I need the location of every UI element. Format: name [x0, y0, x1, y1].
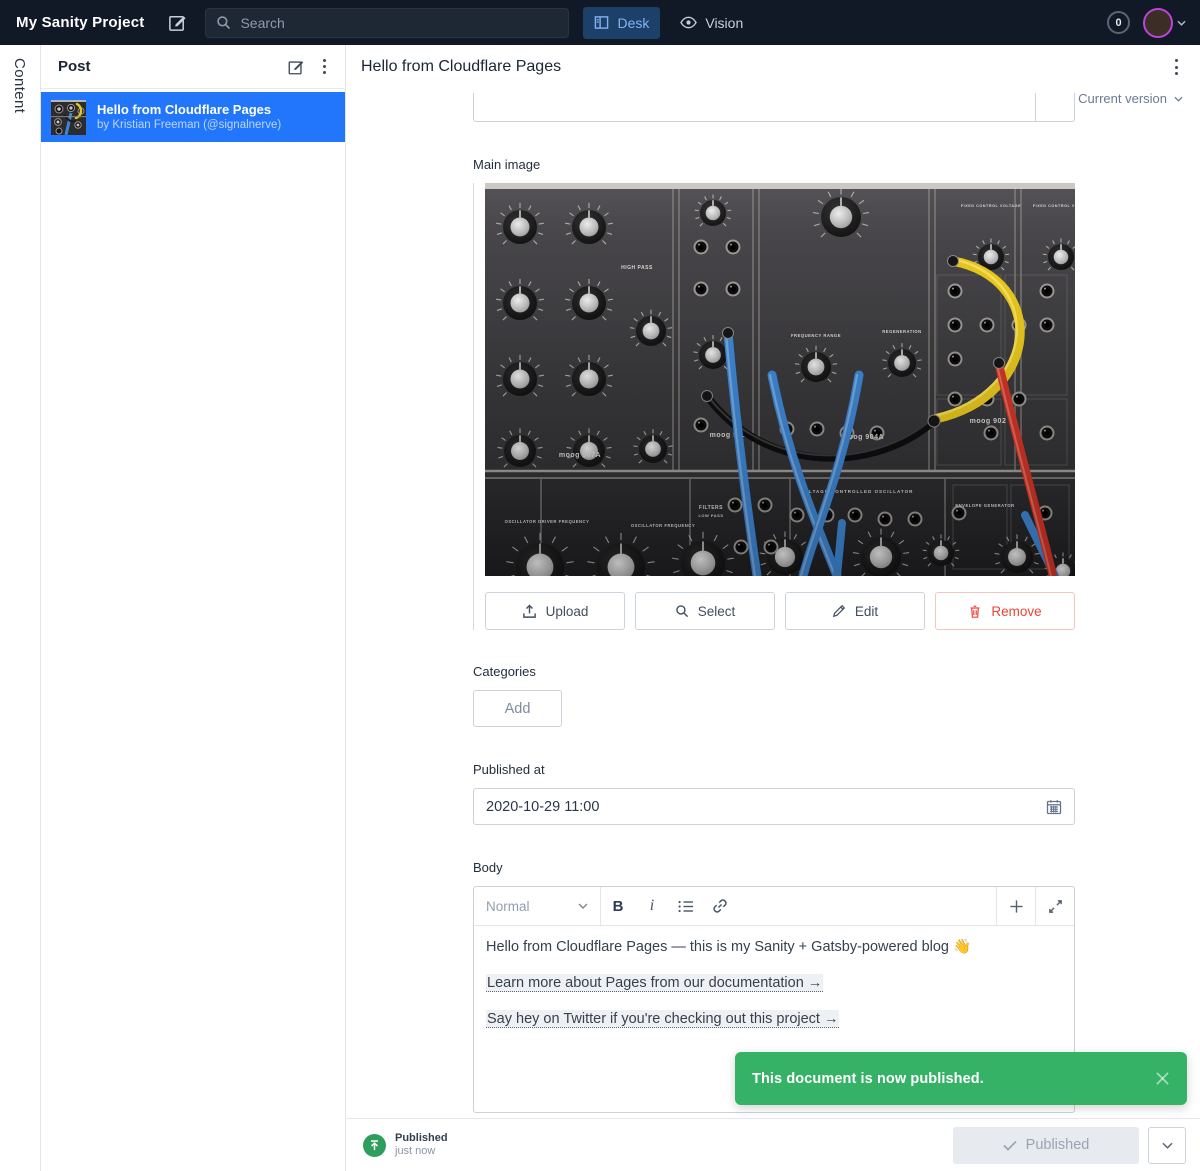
- italic-button[interactable]: i: [635, 887, 669, 925]
- main-image-field: HIGH PASS FREQUENCY RANGE REGENERATION F…: [473, 183, 1075, 630]
- bullet-list-icon[interactable]: [669, 887, 703, 925]
- body-label: Body: [473, 860, 1075, 876]
- pane-title: Post: [58, 58, 287, 75]
- calendar-icon[interactable]: [1046, 799, 1062, 815]
- add-category-button[interactable]: Add: [473, 690, 562, 727]
- document-pane: Hello from Cloudflare Pages Current vers…: [347, 45, 1200, 1171]
- body-paragraph: Hello from Cloudflare Pages — this is my…: [486, 936, 1062, 958]
- trash-icon: [968, 604, 982, 619]
- select-button[interactable]: Select: [635, 592, 775, 630]
- tab-desk-label: Desk: [617, 15, 649, 31]
- compose-icon[interactable]: [168, 13, 187, 32]
- published-at-field: [473, 788, 1075, 825]
- avatar-chevron-down-icon[interactable]: [1177, 20, 1186, 26]
- post-list-header: Post: [41, 45, 345, 89]
- success-toast: This document is now published.: [735, 1052, 1187, 1105]
- publish-status-icon: [363, 1134, 386, 1157]
- new-document-icon[interactable]: [287, 58, 305, 76]
- published-at-input[interactable]: [486, 799, 1046, 815]
- published-button[interactable]: Published: [953, 1127, 1139, 1164]
- search-icon: [675, 604, 689, 618]
- main-image-preview[interactable]: HIGH PASS FREQUENCY RANGE REGENERATION F…: [485, 183, 1075, 576]
- post-thumbnail: [51, 100, 86, 135]
- upload-icon: [522, 604, 537, 619]
- post-list-pane: Post Hello from Cloudflare Pages by Kris…: [41, 45, 346, 1171]
- edit-button[interactable]: Edit: [785, 592, 925, 630]
- publish-status-title: Published: [395, 1132, 448, 1145]
- check-icon: [1003, 1140, 1017, 1151]
- publish-status-time: just now: [395, 1145, 448, 1158]
- pencil-icon: [832, 604, 846, 618]
- toast-close-icon[interactable]: [1155, 1071, 1170, 1086]
- tab-vision-label: Vision: [705, 15, 743, 31]
- slug-input-partial[interactable]: [473, 93, 1075, 122]
- version-selector[interactable]: Current version: [1078, 91, 1183, 106]
- content-sidebar[interactable]: Content: [0, 45, 41, 1171]
- body-link[interactable]: Learn more about Pages from our document…: [486, 974, 823, 992]
- text-style-select[interactable]: Normal: [474, 887, 601, 925]
- post-item-title: Hello from Cloudflare Pages: [97, 102, 281, 118]
- project-title: My Sanity Project: [16, 14, 144, 31]
- document-menu-kebab-icon[interactable]: [1169, 56, 1184, 79]
- version-label: Current version: [1078, 91, 1167, 106]
- user-avatar[interactable]: [1143, 8, 1173, 38]
- publish-menu-chevron-icon[interactable]: [1148, 1127, 1186, 1164]
- body-text-area[interactable]: Hello from Cloudflare Pages — this is my…: [474, 926, 1074, 1030]
- toast-message: This document is now published.: [752, 1071, 984, 1087]
- categories-label: Categories: [473, 664, 1075, 680]
- main-image-label: Main image: [473, 157, 1075, 173]
- insert-plus-icon[interactable]: [996, 887, 1035, 925]
- upload-button[interactable]: Upload: [485, 592, 625, 630]
- document-header: Hello from Cloudflare Pages: [347, 45, 1200, 89]
- document-footer: Published just now Published: [347, 1118, 1200, 1171]
- link-icon[interactable]: [703, 887, 737, 925]
- tab-desk[interactable]: Desk: [583, 7, 660, 39]
- search-icon: [216, 15, 231, 30]
- search-input[interactable]: [240, 15, 558, 31]
- notifications-badge[interactable]: 0: [1107, 11, 1130, 34]
- content-sidebar-label: Content: [11, 58, 28, 113]
- search-box: [205, 8, 569, 38]
- post-item-subtitle: by Kristian Freeman (@signalnerve): [97, 118, 281, 133]
- chevron-down-icon: [578, 903, 588, 909]
- desk-icon: [594, 15, 609, 30]
- tab-vision[interactable]: Vision: [680, 15, 743, 31]
- editor-toolbar: Normal B i: [474, 887, 1074, 926]
- eye-icon: [680, 16, 697, 29]
- pane-menu-kebab-icon[interactable]: [317, 55, 332, 78]
- chevron-down-icon: [1174, 96, 1183, 102]
- remove-button[interactable]: Remove: [935, 592, 1075, 630]
- post-list-item-selected[interactable]: Hello from Cloudflare Pages by Kristian …: [41, 92, 345, 142]
- expand-fullscreen-icon[interactable]: [1035, 887, 1074, 925]
- document-form: Main image: [347, 89, 1200, 1118]
- bold-button[interactable]: B: [601, 887, 635, 925]
- document-title: Hello from Cloudflare Pages: [361, 58, 1169, 76]
- top-navbar: My Sanity Project Desk Vision: [0, 0, 1200, 45]
- body-link[interactable]: Say hey on Twitter if you're checking ou…: [486, 1010, 839, 1028]
- published-at-label: Published at: [473, 762, 1075, 778]
